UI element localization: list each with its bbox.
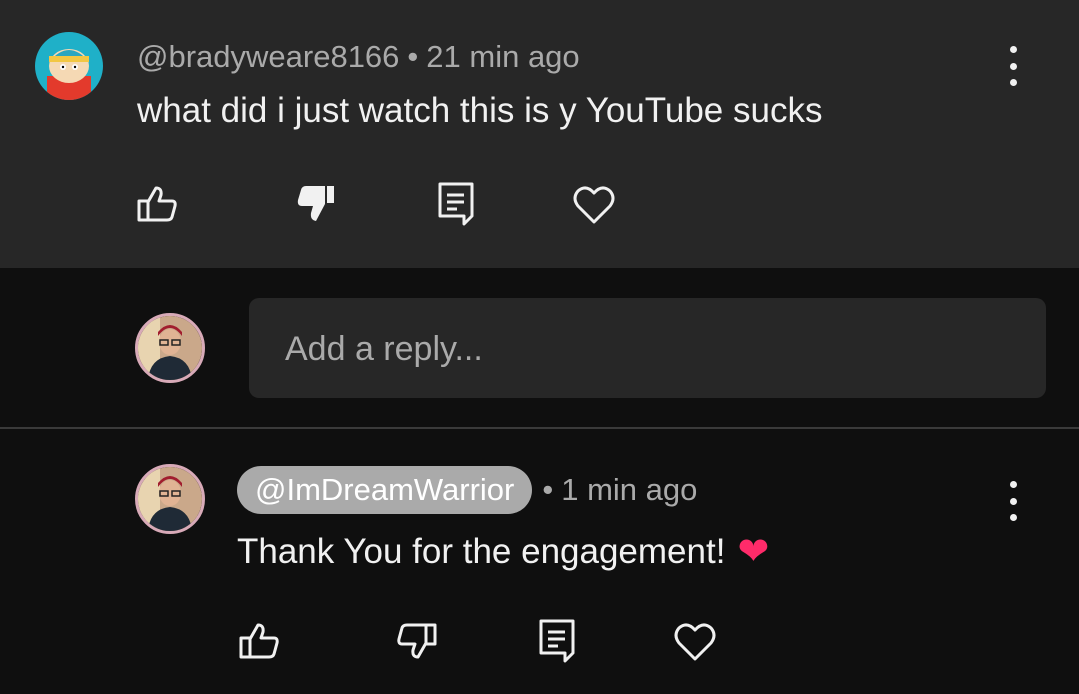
comment-meta: @bradyweare8166 • 21 min ago: [137, 37, 580, 77]
more-dot-icon: [1009, 46, 1017, 53]
cartman-avatar-icon: [35, 32, 103, 100]
commenter-avatar[interactable]: [35, 32, 103, 100]
comment-icon: [539, 619, 575, 663]
replier-avatar[interactable]: [135, 464, 205, 534]
more-dot-icon: [1009, 62, 1017, 70]
section-divider: [0, 427, 1079, 429]
more-dot-icon: [1009, 481, 1017, 488]
dislike-button[interactable]: [392, 617, 440, 665]
reply-input-container[interactable]: [249, 298, 1046, 400]
heart-button[interactable]: [671, 617, 719, 665]
more-dot-icon: [1009, 497, 1017, 505]
user-avatar[interactable]: [135, 313, 205, 383]
thumbs-down-filled-icon: [297, 186, 334, 221]
like-button[interactable]: [134, 180, 182, 228]
reply-time: 1 min ago: [561, 472, 698, 507]
heart-outline-icon: [573, 186, 615, 224]
heart-outline-icon: [674, 623, 716, 661]
reply-button[interactable]: [432, 180, 480, 228]
reply-meta: @ImDreamWarrior • 1 min ago: [237, 465, 697, 515]
thumbs-up-icon: [137, 186, 177, 222]
like-button[interactable]: [236, 617, 284, 665]
author-badge[interactable]: @ImDreamWarrior: [237, 466, 533, 514]
user-photo-icon: [138, 316, 202, 380]
more-options-button[interactable]: [1003, 46, 1023, 86]
more-options-button[interactable]: [1003, 481, 1023, 521]
user-photo-icon: [138, 467, 202, 531]
reply-input[interactable]: [283, 298, 1027, 400]
more-dot-icon: [1009, 514, 1017, 521]
dislike-button[interactable]: [292, 180, 340, 228]
comment-text: what did i just watch this is y YouTube …: [137, 91, 823, 130]
comment-time: 21 min ago: [426, 39, 580, 74]
reply-button[interactable]: [533, 617, 581, 665]
thumbs-down-icon: [397, 623, 437, 659]
heart-emoji: ❤: [737, 531, 770, 573]
comment-icon: [438, 182, 474, 226]
meta-separator: •: [407, 39, 419, 74]
more-dot-icon: [1009, 79, 1017, 86]
meta-separator: •: [542, 472, 554, 507]
thumbs-up-icon: [239, 623, 279, 659]
reply-text-content: Thank You for the engagement!: [237, 531, 726, 571]
reply-text: Thank You for the engagement! ❤: [237, 529, 769, 574]
heart-button[interactable]: [570, 180, 618, 228]
author-name[interactable]: @bradyweare8166: [137, 39, 399, 75]
